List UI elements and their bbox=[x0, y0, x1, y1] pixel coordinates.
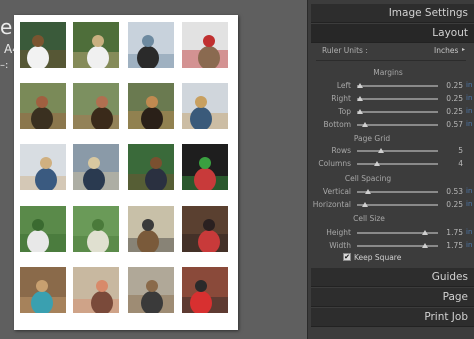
margin-bottom-value[interactable]: 0.57 bbox=[433, 120, 463, 129]
margin-left-label: Left bbox=[336, 81, 351, 90]
keep-square-label: Keep Square bbox=[354, 253, 402, 262]
rows-label: Rows bbox=[331, 146, 351, 155]
page-header[interactable]: Page bbox=[311, 288, 474, 307]
horizontal-spacing-slider-thumb[interactable] bbox=[362, 202, 368, 207]
vertical-spacing-value[interactable]: 0.53 bbox=[433, 187, 463, 196]
thumbnail-girl-portrait[interactable] bbox=[20, 267, 66, 313]
margin-left-slider-thumb[interactable] bbox=[357, 83, 363, 88]
horizontal-spacing-label: Horizontal bbox=[312, 200, 351, 209]
cell-width-label: Width bbox=[329, 241, 351, 250]
cell-width-value[interactable]: 1.75 bbox=[433, 241, 463, 250]
print-preview-area: e 1 of 1 A4 –: bbox=[0, 0, 307, 339]
vertical-spacing-label: Vertical bbox=[322, 187, 351, 196]
cell-height-value[interactable]: 1.75 bbox=[433, 228, 463, 237]
vertical-spacing-unit: in bbox=[466, 187, 473, 195]
thumbnail-boat-rower[interactable] bbox=[128, 83, 174, 129]
keep-square-option[interactable]: ✔ Keep Square bbox=[343, 253, 401, 262]
thumbnail-hands-and-face[interactable] bbox=[182, 22, 228, 68]
thumbnail-boats-people[interactable] bbox=[73, 83, 119, 129]
thumbnail-red-headscarves[interactable] bbox=[182, 267, 228, 313]
cell-width-unit: in bbox=[466, 241, 473, 249]
margin-left-value[interactable]: 0.25 bbox=[433, 81, 463, 90]
thumbnail-conical-hat[interactable] bbox=[73, 144, 119, 190]
margin-right-unit: in bbox=[466, 94, 473, 102]
thumbnail-woman-headscarf[interactable] bbox=[182, 206, 228, 252]
page-grid-title: Page Grid bbox=[353, 134, 391, 143]
margin-right-label: Right bbox=[331, 94, 351, 103]
margin-right-value[interactable]: 0.25 bbox=[433, 94, 463, 103]
horizontal-spacing-value[interactable]: 0.25 bbox=[433, 200, 463, 209]
thumbnail-man-portrait[interactable] bbox=[128, 144, 174, 190]
ruler-units-select[interactable]: Inches bbox=[434, 46, 458, 55]
cell-height-slider-thumb[interactable] bbox=[422, 230, 428, 235]
keep-square-checkbox[interactable]: ✔ bbox=[343, 253, 351, 261]
horizontal-spacing-slider-track[interactable] bbox=[357, 204, 438, 206]
vertical-spacing-slider-thumb[interactable] bbox=[365, 189, 371, 194]
columns-slider-thumb[interactable] bbox=[374, 161, 380, 166]
margins-title: Margins bbox=[373, 68, 403, 77]
margin-left-slider-track[interactable] bbox=[357, 85, 438, 87]
margin-top-slider-thumb[interactable] bbox=[357, 109, 363, 114]
margin-top-unit: in bbox=[466, 107, 473, 115]
image-settings-header[interactable]: Image Settings bbox=[311, 4, 474, 23]
rows-value[interactable]: 5 bbox=[433, 146, 463, 155]
thumbnail-woman-hat[interactable] bbox=[182, 83, 228, 129]
cell-height-label: Height bbox=[326, 228, 351, 237]
thumbnail-boats-people[interactable] bbox=[20, 83, 66, 129]
thumbnail-person-on-boat[interactable] bbox=[128, 22, 174, 68]
ruler-units-label: Ruler Units : bbox=[322, 46, 368, 55]
cell-size-title: Cell Size bbox=[353, 214, 385, 223]
print-module-window: e 1 of 1 A4 –: Image Settings Layout Gui… bbox=[0, 0, 474, 339]
columns-label: Columns bbox=[318, 159, 351, 168]
thumbnail-egret-field[interactable] bbox=[73, 206, 119, 252]
print-job-header[interactable]: Print Job bbox=[311, 308, 474, 327]
margin-top-label: Top bbox=[338, 107, 351, 116]
margin-bottom-label: Bottom bbox=[323, 120, 351, 129]
thumbnail-child-standing[interactable] bbox=[128, 206, 174, 252]
thumbnail-egret-field[interactable] bbox=[20, 206, 66, 252]
layout-header[interactable]: Layout bbox=[311, 24, 474, 43]
cell-width-slider-thumb[interactable] bbox=[422, 243, 428, 248]
info-overlay-mark: –: bbox=[0, 60, 9, 71]
margin-bottom-unit: in bbox=[466, 120, 473, 128]
rows-slider-track[interactable] bbox=[357, 150, 438, 152]
divider bbox=[316, 60, 466, 61]
thumbnail-market-crowd[interactable] bbox=[182, 144, 228, 190]
cell-spacing-title: Cell Spacing bbox=[344, 174, 392, 183]
guides-header[interactable]: Guides bbox=[311, 268, 474, 287]
margin-bottom-slider-track[interactable] bbox=[357, 124, 438, 126]
thumbnail-person-white-shirt[interactable] bbox=[20, 22, 66, 68]
margin-right-slider-thumb[interactable] bbox=[357, 96, 363, 101]
thumbnail-conical-hat[interactable] bbox=[20, 144, 66, 190]
columns-value[interactable]: 4 bbox=[433, 159, 463, 168]
thumbnail-man-bag[interactable] bbox=[128, 267, 174, 313]
cell-height-unit: in bbox=[466, 228, 473, 236]
margin-right-slider-track[interactable] bbox=[357, 98, 438, 100]
print-page bbox=[14, 15, 238, 330]
dropdown-arrow-icon[interactable]: ▸ bbox=[462, 46, 465, 53]
columns-slider-track[interactable] bbox=[357, 163, 438, 165]
thumbnail-hands-gesture[interactable] bbox=[73, 267, 119, 313]
margin-bottom-slider-thumb[interactable] bbox=[362, 122, 368, 127]
margin-left-unit: in bbox=[466, 81, 473, 89]
margin-top-slider-track[interactable] bbox=[357, 111, 438, 113]
horizontal-spacing-unit: in bbox=[466, 200, 473, 208]
thumbnail-person-hat-white-shirt[interactable] bbox=[73, 22, 119, 68]
margin-top-value[interactable]: 0.25 bbox=[433, 107, 463, 116]
rows-slider-thumb[interactable] bbox=[378, 148, 384, 153]
